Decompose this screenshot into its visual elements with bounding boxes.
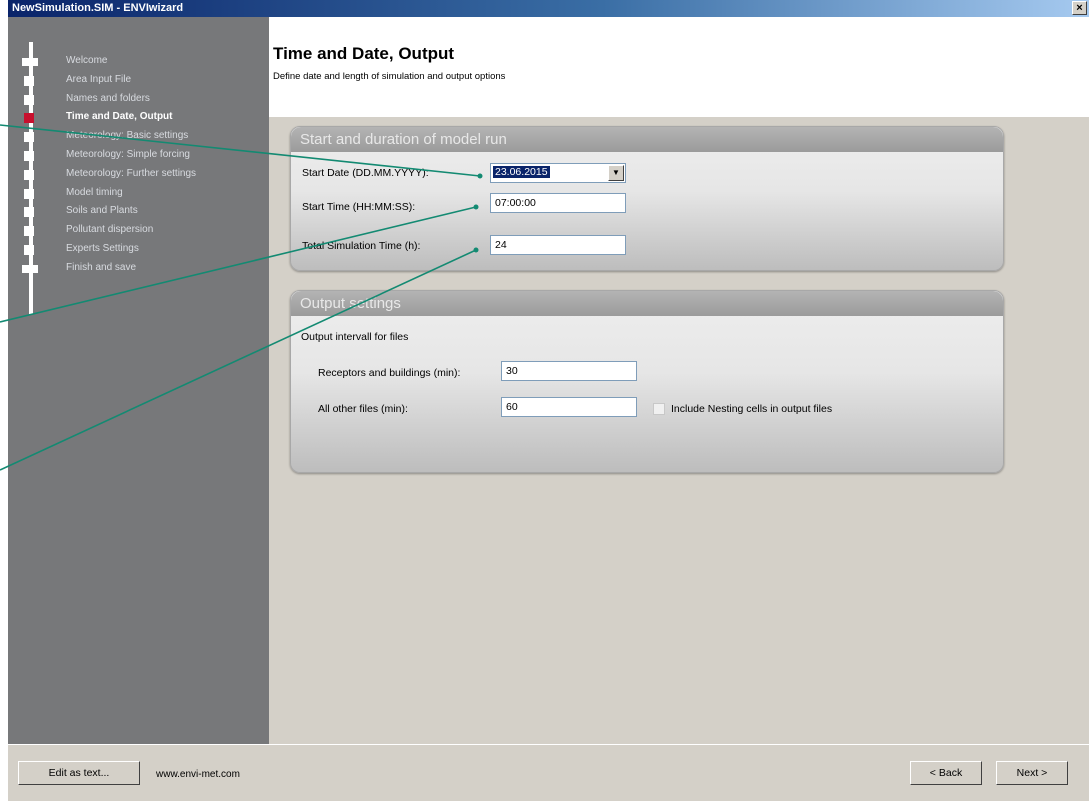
step-marker-icon bbox=[24, 245, 34, 255]
wizard-step-item[interactable]: Experts Settings bbox=[8, 241, 269, 259]
other-files-interval-input[interactable]: 60 bbox=[501, 397, 637, 417]
start-duration-panel: Start and duration of model run Start Da… bbox=[290, 126, 1004, 271]
wizard-step-label: Soils and Plants bbox=[66, 205, 138, 217]
step-marker-icon bbox=[24, 94, 34, 105]
total-time-input[interactable]: 24 bbox=[490, 235, 626, 255]
close-button[interactable]: × bbox=[1072, 1, 1087, 15]
start-time-label: Start Time (HH:MM:SS): bbox=[302, 201, 416, 213]
output-settings-panel: Output settings Output intervall for fil… bbox=[290, 290, 1004, 473]
page-subtitle: Define date and length of simulation and… bbox=[273, 71, 506, 82]
other-files-label: All other files (min): bbox=[318, 403, 408, 415]
current-step-marker-icon bbox=[24, 113, 34, 124]
wizard-steps-sidebar: Welcome Area Input File Names and folders T… bbox=[8, 17, 269, 744]
wizard-step-item[interactable]: Meteorology: Further settings bbox=[8, 166, 269, 184]
wizard-step-item[interactable]: Soils and Plants bbox=[8, 203, 269, 221]
receptors-interval-input[interactable]: 30 bbox=[501, 361, 637, 381]
wizard-step-label: Model timing bbox=[66, 186, 123, 198]
wizard-step-label: Meteorology: Basic settings bbox=[66, 130, 189, 142]
step-marker-icon bbox=[22, 58, 38, 66]
start-date-select[interactable]: 23.06.2015 ▼ bbox=[490, 163, 626, 183]
wizard-step-item[interactable]: Welcome bbox=[8, 53, 269, 71]
step-marker-icon bbox=[24, 132, 34, 143]
start-panel-title: Start and duration of model run bbox=[300, 131, 507, 148]
wizard-step-item[interactable]: Model timing bbox=[8, 185, 269, 203]
wizard-step-label: Meteorology: Simple forcing bbox=[66, 149, 190, 160]
total-time-label: Total Simulation Time (h): bbox=[302, 240, 421, 252]
step-marker-icon bbox=[24, 226, 34, 237]
panel-header: Start and duration of model run bbox=[291, 127, 1003, 152]
nesting-cells-label: Include Nesting cells in output files bbox=[671, 403, 833, 415]
output-interval-label: Output intervall for files bbox=[301, 331, 409, 343]
start-date-value: 23.06.2015 bbox=[493, 166, 550, 178]
start-time-input[interactable]: 07:00:00 bbox=[490, 193, 626, 213]
window-title: NewSimulation.SIM - ENVIwizard bbox=[12, 2, 184, 14]
step-marker-icon bbox=[22, 264, 38, 273]
step-marker-icon bbox=[24, 151, 34, 161]
wizard-step-label: Pollutant dispersion bbox=[66, 224, 154, 236]
website-url: www.envi-met.com bbox=[156, 769, 240, 780]
wizard-window: NewSimulation.SIM - ENVIwizard × Welcome… bbox=[8, 0, 1089, 801]
panel-header: Output settings bbox=[291, 291, 1003, 316]
start-date-label: Start Date (DD.MM.YYYY): bbox=[302, 167, 429, 179]
wizard-step-item[interactable]: Pollutant dispersion bbox=[8, 222, 269, 240]
step-marker-icon bbox=[24, 169, 34, 180]
receptors-label: Receptors and buildings (min): bbox=[318, 367, 461, 379]
wizard-step-label: Meteorology: Further settings bbox=[66, 167, 197, 179]
wizard-step-item[interactable]: Names and folders bbox=[8, 91, 269, 109]
back-button[interactable]: < Back bbox=[910, 761, 982, 785]
wizard-step-item[interactable]: Time and Date, Output bbox=[8, 109, 269, 127]
chevron-down-icon[interactable]: ▼ bbox=[608, 165, 624, 181]
wizard-step-item[interactable]: Meteorology: Simple forcing bbox=[8, 147, 269, 165]
step-marker-icon bbox=[24, 75, 34, 86]
step-marker-icon bbox=[24, 207, 34, 218]
title-bar: NewSimulation.SIM - ENVIwizard × bbox=[8, 0, 1089, 17]
wizard-step-label: Area Input File bbox=[66, 73, 132, 85]
wizard-step-label: Names and folders bbox=[66, 92, 150, 104]
output-panel-title: Output settings bbox=[300, 295, 401, 312]
wizard-step-label: Welcome bbox=[66, 55, 108, 66]
wizard-step-item[interactable]: Area Input File bbox=[8, 72, 269, 90]
wizard-step-label: Finish and save bbox=[66, 261, 137, 273]
page-header: Time and Date, Output Define date and le… bbox=[269, 17, 1089, 117]
page-title: Time and Date, Output bbox=[273, 44, 455, 63]
edit-as-text-button[interactable]: Edit as text... bbox=[18, 761, 140, 785]
wizard-step-item[interactable]: Finish and save bbox=[8, 260, 269, 278]
status-bar: Edit as text... www.envi-met.com < Back … bbox=[8, 744, 1089, 801]
wizard-step-label: Experts Settings bbox=[66, 243, 139, 254]
next-button[interactable]: Next > bbox=[996, 761, 1068, 785]
wizard-step-label: Time and Date, Output bbox=[66, 111, 173, 123]
wizard-step-item[interactable]: Meteorology: Basic settings bbox=[8, 128, 269, 146]
nesting-cells-checkbox[interactable] bbox=[653, 403, 665, 415]
step-marker-icon bbox=[24, 188, 34, 199]
